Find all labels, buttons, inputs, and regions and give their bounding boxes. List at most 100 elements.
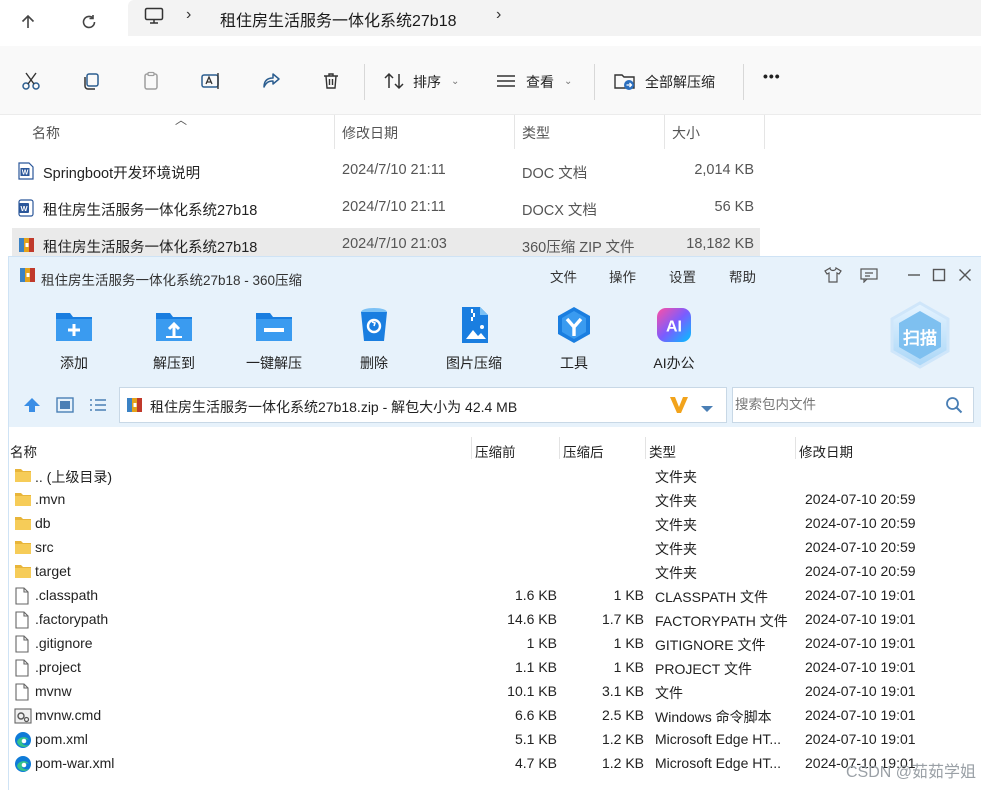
- file-name: Springboot开发环境说明: [43, 166, 201, 182]
- menu-help[interactable]: 帮助: [729, 266, 756, 286]
- sort-button[interactable]: 排序: [413, 72, 441, 92]
- scan-button[interactable]: 扫描: [885, 299, 955, 371]
- more-options-icon[interactable]: •••: [763, 68, 781, 84]
- extract-to-button[interactable]: 解压到: [129, 303, 219, 375]
- entry-name: target: [35, 563, 71, 579]
- column-modified[interactable]: 修改日期: [342, 123, 398, 143]
- entry-modified: 2024-07-10 19:01: [805, 587, 916, 603]
- column-name[interactable]: 名称: [32, 123, 60, 143]
- path-dropdown-icon[interactable]: [700, 401, 714, 419]
- search-icon[interactable]: [945, 396, 963, 419]
- file-type: DOCX 文档: [522, 203, 597, 219]
- vip-v-icon[interactable]: [668, 394, 690, 421]
- archive-search[interactable]: [732, 387, 974, 423]
- up-folder-icon[interactable]: [23, 397, 41, 418]
- add-button[interactable]: 添加: [29, 303, 119, 375]
- address-bar[interactable]: › 租住房生活服务一体化系统27b18 ›: [128, 0, 981, 36]
- file-row[interactable]: W 租住房生活服务一体化系统27b18 2024/7/10 21:11 DOCX…: [12, 191, 760, 225]
- extract-all-button[interactable]: 全部解压缩: [645, 72, 715, 92]
- file-size: 56 KB: [714, 199, 755, 215]
- entry-modified: 2024-07-10 20:59: [805, 491, 916, 507]
- archiver-toolbar: 添加 解压到 一键解压 删除 图片压缩 工具 AI AI办公 扫描: [9, 293, 981, 379]
- chevron-right-icon[interactable]: ›: [496, 6, 501, 24]
- file-modified: 2024/7/10 21:03: [342, 236, 447, 252]
- archive-entry-row[interactable]: .project 1.1 KB 1 KB PROJECT 文件 2024-07-10 1…: [9, 656, 981, 680]
- archive-entry-row[interactable]: .gitignore 1 KB 1 KB GITIGNORE 文件 2024-07-10…: [9, 632, 981, 656]
- list-view-icon[interactable]: [89, 397, 107, 418]
- image-compress-button[interactable]: 图片压缩: [429, 303, 519, 375]
- file-row[interactable]: W Springboot开发环境说明 2024/7/10 21:11 DOC 文…: [12, 154, 760, 188]
- up-arrow-icon[interactable]: [12, 6, 44, 38]
- archive-path-field[interactable]: 租住房生活服务一体化系统27b18.zip - 解包大小为 42.4 MB: [119, 387, 727, 423]
- entry-type: 文件夹: [655, 469, 697, 485]
- sort-icon[interactable]: [382, 70, 406, 92]
- archiver-title: 租住房生活服务一体化系统27b18 - 360压缩: [41, 273, 303, 288]
- archive-entry-row[interactable]: .factorypath 14.6 KB 1.7 KB FACTORYPATH 文件 2…: [9, 608, 981, 632]
- recycle-bin-icon: [361, 308, 387, 341]
- cut-icon[interactable]: [19, 70, 43, 92]
- rename-icon[interactable]: [199, 70, 223, 92]
- column-size[interactable]: 大小: [672, 123, 700, 143]
- feedback-icon[interactable]: [858, 265, 880, 285]
- tools-icon: [558, 307, 590, 343]
- folder-icon: [14, 515, 32, 534]
- view-icon[interactable]: [494, 70, 518, 92]
- entry-modified: 2024-07-10 20:59: [805, 515, 916, 531]
- archiver-path-bar: 租住房生活服务一体化系统27b18.zip - 解包大小为 42.4 MB: [9, 379, 981, 427]
- chevron-down-icon: ⌄: [451, 76, 460, 87]
- breadcrumb[interactable]: 租住房生活服务一体化系统27b18: [220, 7, 457, 31]
- column-before[interactable]: 压缩前: [475, 441, 516, 461]
- archive-entry-row[interactable]: db 文件夹 2024-07-10 20:59: [9, 512, 981, 536]
- entry-name: pom-war.xml: [35, 755, 115, 771]
- archive-entry-row[interactable]: target 文件夹 2024-07-10 20:59: [9, 560, 981, 584]
- explorer-nav-bar: › 租住房生活服务一体化系统27b18 ›: [0, 0, 981, 44]
- archive-entry-row[interactable]: mvnw.cmd 6.6 KB 2.5 KB Windows 命令脚本 2024-07-…: [9, 704, 981, 728]
- column-name[interactable]: 名称: [10, 441, 37, 461]
- archive-entry-row[interactable]: pom.xml 5.1 KB 1.2 KB Microsoft Edge HT... 2…: [9, 728, 981, 752]
- view-button[interactable]: 查看: [526, 72, 554, 92]
- entry-size-after: 1 KB: [613, 635, 644, 651]
- archive-entry-row[interactable]: .classpath 1.6 KB 1 KB CLASSPATH 文件 2024-07-…: [9, 584, 981, 608]
- paste-icon[interactable]: [139, 70, 163, 92]
- explorer-column-header: 名称 ︿ 修改日期 类型 大小: [0, 113, 981, 149]
- menu-operation[interactable]: 操作: [609, 266, 636, 286]
- delete-icon[interactable]: [319, 70, 343, 92]
- csdn-watermark: CSDN @茹茹学姐: [845, 764, 976, 781]
- entry-type: Microsoft Edge HT...: [655, 755, 782, 771]
- thumbnail-view-icon[interactable]: [56, 397, 74, 418]
- minimize-icon[interactable]: [903, 265, 925, 285]
- column-type[interactable]: 类型: [649, 441, 676, 461]
- archive-entry-row[interactable]: pom-war.xml 4.7 KB 1.2 KB Microsoft Edge HT…: [9, 752, 981, 776]
- entry-name: .classpath: [35, 587, 99, 603]
- archive-entry-row[interactable]: src 文件夹 2024-07-10 20:59: [9, 536, 981, 560]
- archive-path-text: 租住房生活服务一体化系统27b18.zip - 解包大小为 42.4 MB: [150, 399, 518, 415]
- archive-entry-row[interactable]: mvnw 10.1 KB 3.1 KB 文件 2024-07-10 19:01: [9, 680, 981, 704]
- search-input[interactable]: [733, 388, 935, 420]
- archive-entry-row[interactable]: .. (上级目录) 文件夹: [9, 464, 981, 488]
- delete-button[interactable]: 删除: [329, 303, 419, 375]
- refresh-icon[interactable]: [73, 6, 105, 38]
- folder-icon: [14, 491, 32, 510]
- archive-entry-row[interactable]: .mvn 文件夹 2024-07-10 20:59: [9, 488, 981, 512]
- maximize-icon[interactable]: [928, 265, 950, 285]
- file-size: 2,014 KB: [694, 162, 754, 178]
- skin-icon[interactable]: [822, 265, 844, 285]
- this-pc-icon[interactable]: [144, 7, 164, 30]
- column-after[interactable]: 压缩后: [563, 441, 604, 461]
- file-modified: 2024/7/10 21:11: [342, 162, 446, 178]
- scan-label: 扫描: [903, 329, 937, 348]
- tools-button[interactable]: 工具: [529, 303, 619, 375]
- extract-folder-icon[interactable]: [613, 70, 637, 92]
- one-click-extract-button[interactable]: 一键解压: [229, 303, 319, 375]
- entry-name: db: [35, 515, 51, 531]
- menu-settings[interactable]: 设置: [669, 266, 696, 286]
- column-modified[interactable]: 修改日期: [799, 441, 853, 461]
- ai-office-button[interactable]: AI AI办公: [629, 303, 719, 375]
- entry-size-before: 1.1 KB: [514, 659, 557, 675]
- share-icon[interactable]: [259, 70, 283, 92]
- copy-icon[interactable]: [79, 70, 103, 92]
- menu-file[interactable]: 文件: [550, 266, 577, 286]
- column-type[interactable]: 类型: [522, 123, 550, 143]
- close-icon[interactable]: [954, 265, 976, 285]
- entry-name: pom.xml: [35, 731, 88, 747]
